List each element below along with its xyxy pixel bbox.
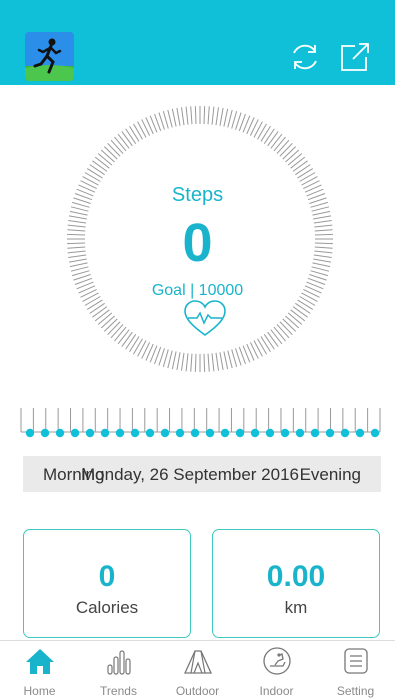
calories-unit: Calories: [75, 598, 139, 617]
steps-value: 0: [182, 213, 213, 273]
calories-card[interactable]: 0 Calories: [23, 529, 191, 638]
heart-rate-icon[interactable]: [181, 298, 229, 338]
home-icon: [26, 649, 54, 674]
timeline-dot: [85, 428, 95, 438]
tent-icon: [183, 650, 213, 674]
calories-value: 0: [98, 560, 116, 593]
app-header: [0, 0, 395, 85]
timeline-dot: [370, 428, 380, 438]
nav-indoor[interactable]: Indoor: [237, 641, 316, 698]
nav-outdoor[interactable]: Outdoor: [158, 641, 237, 698]
nav-setting-label: Setting: [336, 684, 375, 698]
day-timeline[interactable]: [18, 402, 383, 442]
treadmill-icon: [263, 647, 291, 675]
timeline-dot: [175, 428, 185, 438]
nav-home-label: Home: [23, 684, 56, 698]
refresh-icon[interactable]: [288, 40, 322, 74]
timeline-dot: [115, 428, 125, 438]
timeline-dot: [205, 428, 215, 438]
timeline-dot: [250, 428, 260, 438]
timeline-dot: [235, 428, 245, 438]
distance-card[interactable]: 0.00 km: [212, 529, 380, 638]
timeline-dot: [100, 428, 110, 438]
nav-indoor-label: Indoor: [259, 684, 294, 698]
date-label: Monday, 26 September 2016: [81, 465, 299, 484]
timeline-dot: [280, 428, 290, 438]
timeline-dot: [70, 428, 80, 438]
timeline-dot: [325, 428, 335, 438]
nav-outdoor-label: Outdoor: [175, 684, 220, 698]
nav-trends-label: Trends: [100, 684, 137, 698]
runner-avatar-icon[interactable]: [25, 32, 74, 81]
evening-label: Evening: [299, 465, 361, 484]
timeline-dot: [130, 428, 140, 438]
timeline-dot: [25, 428, 35, 438]
timeline-dot: [340, 428, 350, 438]
settings-list-icon: [344, 648, 368, 674]
timeline-dot: [310, 428, 320, 438]
share-icon[interactable]: [338, 40, 372, 74]
steps-label: Steps: [171, 184, 224, 206]
nav-trends[interactable]: Trends: [79, 641, 158, 698]
timeline-dot: [145, 428, 155, 438]
distance-value: 0.00: [266, 560, 326, 593]
timeline-dot: [55, 428, 65, 438]
timeline-dot: [265, 428, 275, 438]
timeline-dot: [295, 428, 305, 438]
nav-setting[interactable]: Setting: [316, 641, 395, 698]
timeline-dot: [220, 428, 230, 438]
timeline-dot: [40, 428, 50, 438]
timeline-dot: [160, 428, 170, 438]
nav-home[interactable]: Home: [0, 641, 79, 698]
bottom-nav: Home Trends Outdoor Indoor Setting: [0, 640, 395, 698]
date-bar[interactable]: Morning Monday, 26 September 2016 Evenin…: [23, 456, 381, 492]
timeline-dot: [355, 428, 365, 438]
trends-icon: [107, 650, 131, 675]
timeline-dot: [190, 428, 200, 438]
distance-unit: km: [284, 598, 308, 617]
